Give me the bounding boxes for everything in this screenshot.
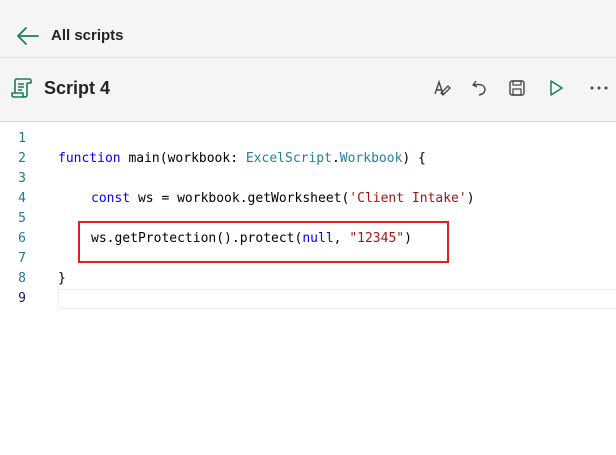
code-token: getWorksheet (247, 191, 342, 206)
code-token: main (128, 151, 160, 166)
undo-icon[interactable] (468, 76, 492, 100)
code-token: } (58, 271, 66, 286)
back-arrow-icon[interactable] (16, 26, 40, 46)
script-icon (10, 76, 34, 100)
code-token: ExcelScript (245, 151, 332, 166)
line-number: 3 (18, 171, 26, 186)
code-token: function (58, 151, 121, 166)
script-title: Script 4 (44, 78, 111, 98)
current-line-indicator (58, 289, 616, 309)
save-icon[interactable] (505, 76, 529, 100)
code-line-4: const ws = workbook.getWorksheet('Client… (91, 191, 475, 206)
highlight-annotation-box (78, 221, 449, 263)
line-number: 4 (18, 191, 26, 206)
more-options-icon[interactable] (587, 76, 611, 100)
code-line-8: } (58, 271, 66, 286)
line-number: 2 (18, 151, 26, 166)
line-number: 6 (18, 231, 26, 246)
line-number: 7 (18, 251, 26, 266)
code-token: . (331, 151, 340, 166)
code-token: (workbook: (159, 151, 246, 166)
code-token: const (91, 191, 131, 206)
line-number: 9 (18, 291, 26, 306)
line-number: 8 (18, 271, 26, 286)
run-icon[interactable] (544, 76, 568, 100)
code-token: ) { (402, 151, 426, 166)
code-token: ) (466, 191, 475, 206)
line-number: 5 (18, 211, 26, 226)
code-token: ws = workbook. (130, 191, 248, 206)
code-token: 'Client Intake' (349, 191, 467, 206)
code-line-2: function main(workbook: ExcelScript.Work… (58, 151, 426, 166)
rename-icon[interactable] (430, 76, 454, 100)
all-scripts-link[interactable]: All scripts (51, 27, 124, 44)
line-number: 1 (18, 131, 26, 146)
code-token: Workbook (339, 151, 403, 166)
